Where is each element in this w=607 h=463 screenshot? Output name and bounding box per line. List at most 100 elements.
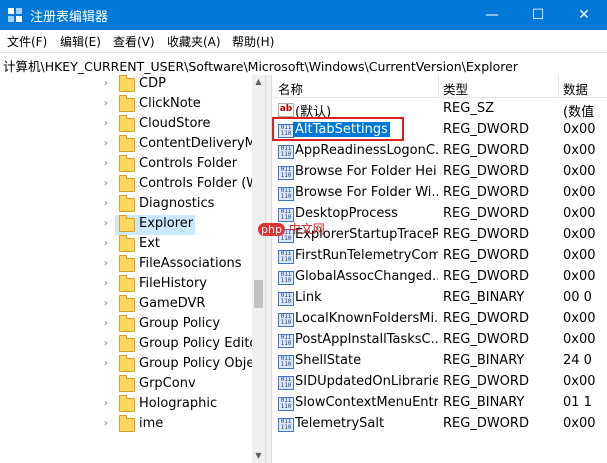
tree-item[interactable]: › Controls Folder (W — [0, 175, 259, 195]
value-row[interactable]: 011 110 AppReadinessLogonC... REG_DWORD 0x00 — [272, 141, 607, 162]
folder-icon — [119, 75, 135, 92]
chevron-right-icon[interactable]: › — [104, 178, 108, 189]
tree-item[interactable]: › Diagnostics — [0, 195, 252, 215]
watermark-text: 中文网 — [288, 222, 325, 236]
folder-icon — [119, 255, 135, 272]
folder-icon — [119, 135, 135, 152]
menu-view[interactable]: 查看(V) — [113, 33, 155, 50]
tree-item[interactable]: › CDP — [0, 75, 252, 95]
close-button[interactable]: ✕ — [561, 0, 607, 30]
tree-item[interactable]: › Group Policy Edito — [0, 335, 257, 355]
string-value-icon: ab — [278, 103, 294, 117]
tree-item[interactable]: › CloudStore — [0, 115, 252, 135]
tree-item[interactable]: › ClickNote — [0, 95, 252, 115]
chevron-right-icon[interactable]: › — [104, 138, 108, 149]
value-row[interactable]: 011 110 LocalKnownFoldersMi... REG_DWORD 0x0… — [272, 309, 607, 330]
chevron-right-icon[interactable]: › — [104, 298, 108, 309]
folder-icon — [119, 155, 135, 172]
binary-value-icon: 011 110 — [278, 187, 294, 201]
chevron-right-icon[interactable]: › — [104, 118, 108, 129]
menu-edit[interactable]: 编辑(E) — [60, 33, 101, 50]
folder-icon — [119, 215, 135, 232]
column-data[interactable]: 数据 — [563, 79, 588, 98]
watermark-badge: php — [258, 223, 285, 236]
folder-icon — [119, 95, 135, 112]
column-divider[interactable] — [558, 75, 559, 97]
value-row[interactable]: 011 110 TelemetrySalt REG_DWORD 0x00 — [272, 414, 607, 435]
binary-value-icon: 011 110 — [278, 292, 294, 306]
tree-item[interactable]: › FileHistory — [0, 275, 252, 295]
chevron-right-icon[interactable]: › — [104, 418, 108, 429]
tree-item[interactable]: GrpConv — [0, 375, 252, 395]
address-path[interactable]: 计算机\HKEY_CURRENT_USER\Software\Microsoft… — [3, 56, 518, 75]
folder-icon — [119, 275, 135, 292]
menu-file[interactable]: 文件(F) — [7, 33, 47, 50]
address-bar[interactable]: 计算机\HKEY_CURRENT_USER\Software\Microsoft… — [0, 52, 607, 76]
tree-item[interactable]: › Group Policy Objec — [0, 355, 261, 375]
tree-item[interactable]: › ime — [0, 415, 252, 435]
value-row[interactable]: 011110SlowContextMenuEntri...REG_BINARY0… — [272, 393, 607, 414]
menu-bar: 文件(F) 编辑(E) 查看(V) 收藏夹(A) 帮助(H) — [0, 30, 607, 51]
binary-value-icon: 011 110 — [278, 166, 294, 180]
value-row[interactable]: 011 110 ShellState REG_BINARY 24 0 — [272, 351, 607, 372]
tree-item[interactable]: › Group Policy — [0, 315, 252, 335]
chevron-right-icon[interactable]: › — [104, 78, 108, 89]
chevron-right-icon[interactable]: › — [104, 258, 108, 269]
column-divider[interactable] — [438, 75, 439, 97]
menu-favorites[interactable]: 收藏夹(A) — [167, 33, 221, 50]
chevron-right-icon[interactable]: › — [104, 98, 108, 109]
key-tree: › CDP › ClickNote › CloudStore › ContentDeli… — [0, 75, 265, 463]
folder-icon — [119, 395, 135, 412]
tree-item[interactable]: › Holographic — [0, 395, 252, 415]
value-row[interactable]: 011 110 FirstRunTelemetryCom... REG_DWORD 0x… — [272, 246, 607, 267]
scroll-up-icon[interactable]: ▲ — [254, 77, 263, 86]
regedit-icon — [8, 8, 22, 22]
chevron-right-icon[interactable]: › — [104, 278, 108, 289]
column-name[interactable]: 名称 — [278, 79, 303, 98]
value-row[interactable]: 011 110 PostAppInstallTasksC... REG_DWORD 0x… — [272, 330, 607, 351]
binary-value-icon: 011 110 — [278, 271, 294, 285]
binary-value-icon: 011 110 — [278, 250, 294, 264]
value-row[interactable]: 011 110 SIDUpdatedOnLibraries REG_DWORD 0x00 — [272, 372, 607, 393]
folder-icon — [119, 195, 135, 212]
value-row[interactable]: 011 110 Browse For Folder Wi... REG_DWORD 0x… — [272, 183, 607, 204]
value-row[interactable]: 011 110 GlobalAssocChanged... REG_DWORD 0x00 — [272, 267, 607, 288]
chevron-right-icon[interactable]: › — [104, 358, 108, 369]
binary-value-icon: 011 110 — [278, 313, 294, 327]
tree-item[interactable]: › Controls Folder — [0, 155, 252, 175]
title-bar: 注册表编辑器 — ☐ ✕ — [0, 0, 607, 30]
folder-icon — [119, 375, 135, 392]
chevron-right-icon[interactable]: › — [104, 318, 108, 329]
chevron-right-icon[interactable]: › — [104, 338, 108, 349]
scrollbar-thumb[interactable] — [254, 280, 263, 308]
binary-value-icon: 011 110 — [278, 145, 294, 159]
chevron-right-icon[interactable]: › — [104, 198, 108, 209]
menu-help[interactable]: 帮助(H) — [232, 33, 274, 50]
watermark: php 中文网 — [258, 220, 325, 237]
chevron-right-icon[interactable]: › — [104, 398, 108, 409]
minimize-button[interactable]: — — [469, 0, 515, 30]
chevron-right-icon[interactable]: › — [104, 158, 108, 169]
folder-icon — [119, 355, 135, 372]
tree-item[interactable]: › ContentDeliveryMa — [0, 135, 264, 155]
chevron-right-icon[interactable]: › — [104, 238, 108, 249]
tree-scrollbar[interactable]: ▲ ▼ — [252, 75, 265, 463]
tree-item[interactable]: › FileAssociations — [0, 255, 252, 275]
maximize-button[interactable]: ☐ — [515, 0, 561, 30]
tree-item-explorer[interactable]: Explorer — [115, 215, 195, 235]
folder-icon — [119, 335, 135, 352]
column-type[interactable]: 类型 — [443, 79, 468, 98]
binary-value-icon: 011 110 — [278, 418, 294, 432]
pane-splitter[interactable] — [265, 75, 272, 463]
value-row[interactable]: 011 110 Link REG_BINARY 00 0 — [272, 288, 607, 309]
list-header: 名称 类型 数据 — [272, 75, 607, 98]
value-row[interactable]: 011 110 Browse For Folder Hei... REG_DWORD 0… — [272, 162, 607, 183]
folder-icon — [119, 235, 135, 252]
tree-item[interactable]: › Ext — [0, 235, 252, 255]
highlight-box — [272, 117, 404, 141]
chevron-right-icon[interactable]: › — [104, 218, 108, 229]
folder-icon — [119, 295, 135, 312]
scroll-down-icon[interactable]: ▼ — [254, 451, 263, 460]
folder-icon — [119, 315, 135, 332]
tree-item[interactable]: › GameDVR — [0, 295, 252, 315]
